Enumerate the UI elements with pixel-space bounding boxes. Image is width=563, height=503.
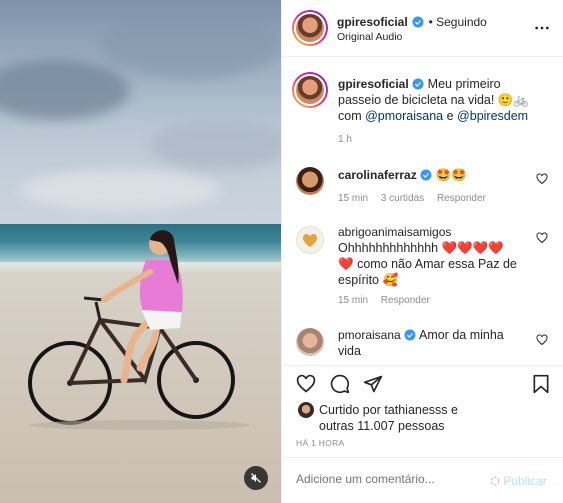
comment-text: 🤩🤩 (435, 168, 467, 182)
like-comment-heart-icon[interactable] (536, 232, 548, 244)
cloud (150, 120, 281, 170)
caption-joiner: e (446, 109, 454, 123)
liked-by-suffix: e (451, 403, 458, 417)
audio-label[interactable]: Original Audio (337, 31, 402, 43)
comment-heart: ❤️ (338, 257, 354, 271)
comment-emoji: 🥰 (382, 273, 399, 287)
heart-icon (296, 374, 316, 393)
liked-by-prefix: Curtido por (319, 403, 381, 417)
girl-on-bicycle (28, 230, 250, 430)
reply-button[interactable]: Responder (437, 193, 486, 204)
comment-text-line3: espírito (338, 273, 379, 287)
caption-emoji: 🙂🚲 (497, 93, 529, 107)
mention-bpiresdem[interactable]: @bpiresdem (457, 109, 528, 123)
likes-count[interactable]: outras 11.007 pessoas (319, 419, 445, 433)
comment-time[interactable]: 15 min (338, 193, 368, 204)
comment-username[interactable]: abrigoanimaisamigos (338, 225, 451, 239)
post-video[interactable] (0, 0, 281, 503)
author-username[interactable]: gpiresoficial (337, 15, 408, 29)
like-button[interactable] (296, 374, 316, 399)
reply-button[interactable]: Responder (381, 295, 430, 306)
comment-username[interactable]: carolinaferraz (338, 168, 417, 182)
author-avatar[interactable] (292, 10, 328, 46)
liker-avatar[interactable] (298, 402, 314, 418)
commenter-avatar[interactable] (296, 328, 324, 356)
caption-avatar[interactable] (292, 72, 328, 108)
spinner-icon (490, 475, 500, 489)
add-comment-input[interactable] (296, 472, 486, 486)
post-timestamp[interactable]: HÁ 1 HORA (296, 438, 345, 448)
save-button[interactable] (532, 374, 550, 399)
verified-badge-icon (412, 78, 424, 90)
mute-button[interactable] (244, 466, 268, 490)
comment-username[interactable]: pmoraisana (338, 328, 401, 342)
comment-bubble-icon (330, 374, 350, 394)
more-horizontal-icon (535, 26, 549, 30)
caption-with: com (338, 109, 362, 123)
comment-text-line2: como não Amar essa Paz de (357, 257, 517, 271)
comment-text: Amor da minha (418, 328, 504, 342)
verified-badge-icon (420, 169, 432, 181)
like-comment-heart-icon[interactable] (536, 173, 548, 185)
bookmark-icon (533, 374, 549, 394)
caption-text-line2: passeio de bicicleta na vida! (338, 93, 495, 107)
comment-hearts: ❤️❤️❤️❤️ (441, 241, 504, 255)
publish-label: Publicar (503, 474, 547, 488)
speaker-muted-icon (251, 473, 261, 483)
like-comment-heart-icon[interactable] (536, 334, 548, 346)
post-header: gpiresoficial • Seguindo Original Audio (282, 0, 563, 57)
comment-text-line1: Ohhhhhhhhhhhhh (338, 241, 439, 255)
post-side-panel: gpiresoficial • Seguindo Original Audio … (281, 0, 563, 503)
verified-badge-icon (412, 16, 424, 28)
cloud (100, 10, 280, 80)
commenter-avatar[interactable] (296, 167, 324, 195)
caption-username[interactable]: gpiresoficial (338, 77, 409, 91)
comment-button[interactable] (330, 374, 350, 399)
caption-time[interactable]: 1 h (338, 134, 352, 145)
caption-text-line1: Meu primeiro (427, 77, 501, 91)
instagram-post: gpiresoficial • Seguindo Original Audio … (0, 0, 563, 503)
cloud (20, 170, 220, 210)
share-button[interactable] (363, 374, 383, 399)
more-options-button[interactable] (534, 20, 550, 41)
comment-likes[interactable]: 3 curtidas (381, 193, 424, 204)
liked-by-user[interactable]: tathianesss (384, 403, 447, 417)
mention-pmoraisana[interactable]: @pmoraisana (365, 109, 443, 123)
send-icon (363, 375, 383, 393)
add-comment-bar: Publicar (282, 457, 563, 503)
commenter-avatar[interactable] (296, 226, 324, 254)
comment-text-line2: vida (338, 344, 361, 358)
follow-status[interactable]: • Seguindo (429, 15, 487, 29)
publish-button[interactable]: Publicar (490, 474, 547, 489)
comment-time[interactable]: 15 min (338, 295, 368, 306)
verified-badge-icon (404, 329, 416, 341)
